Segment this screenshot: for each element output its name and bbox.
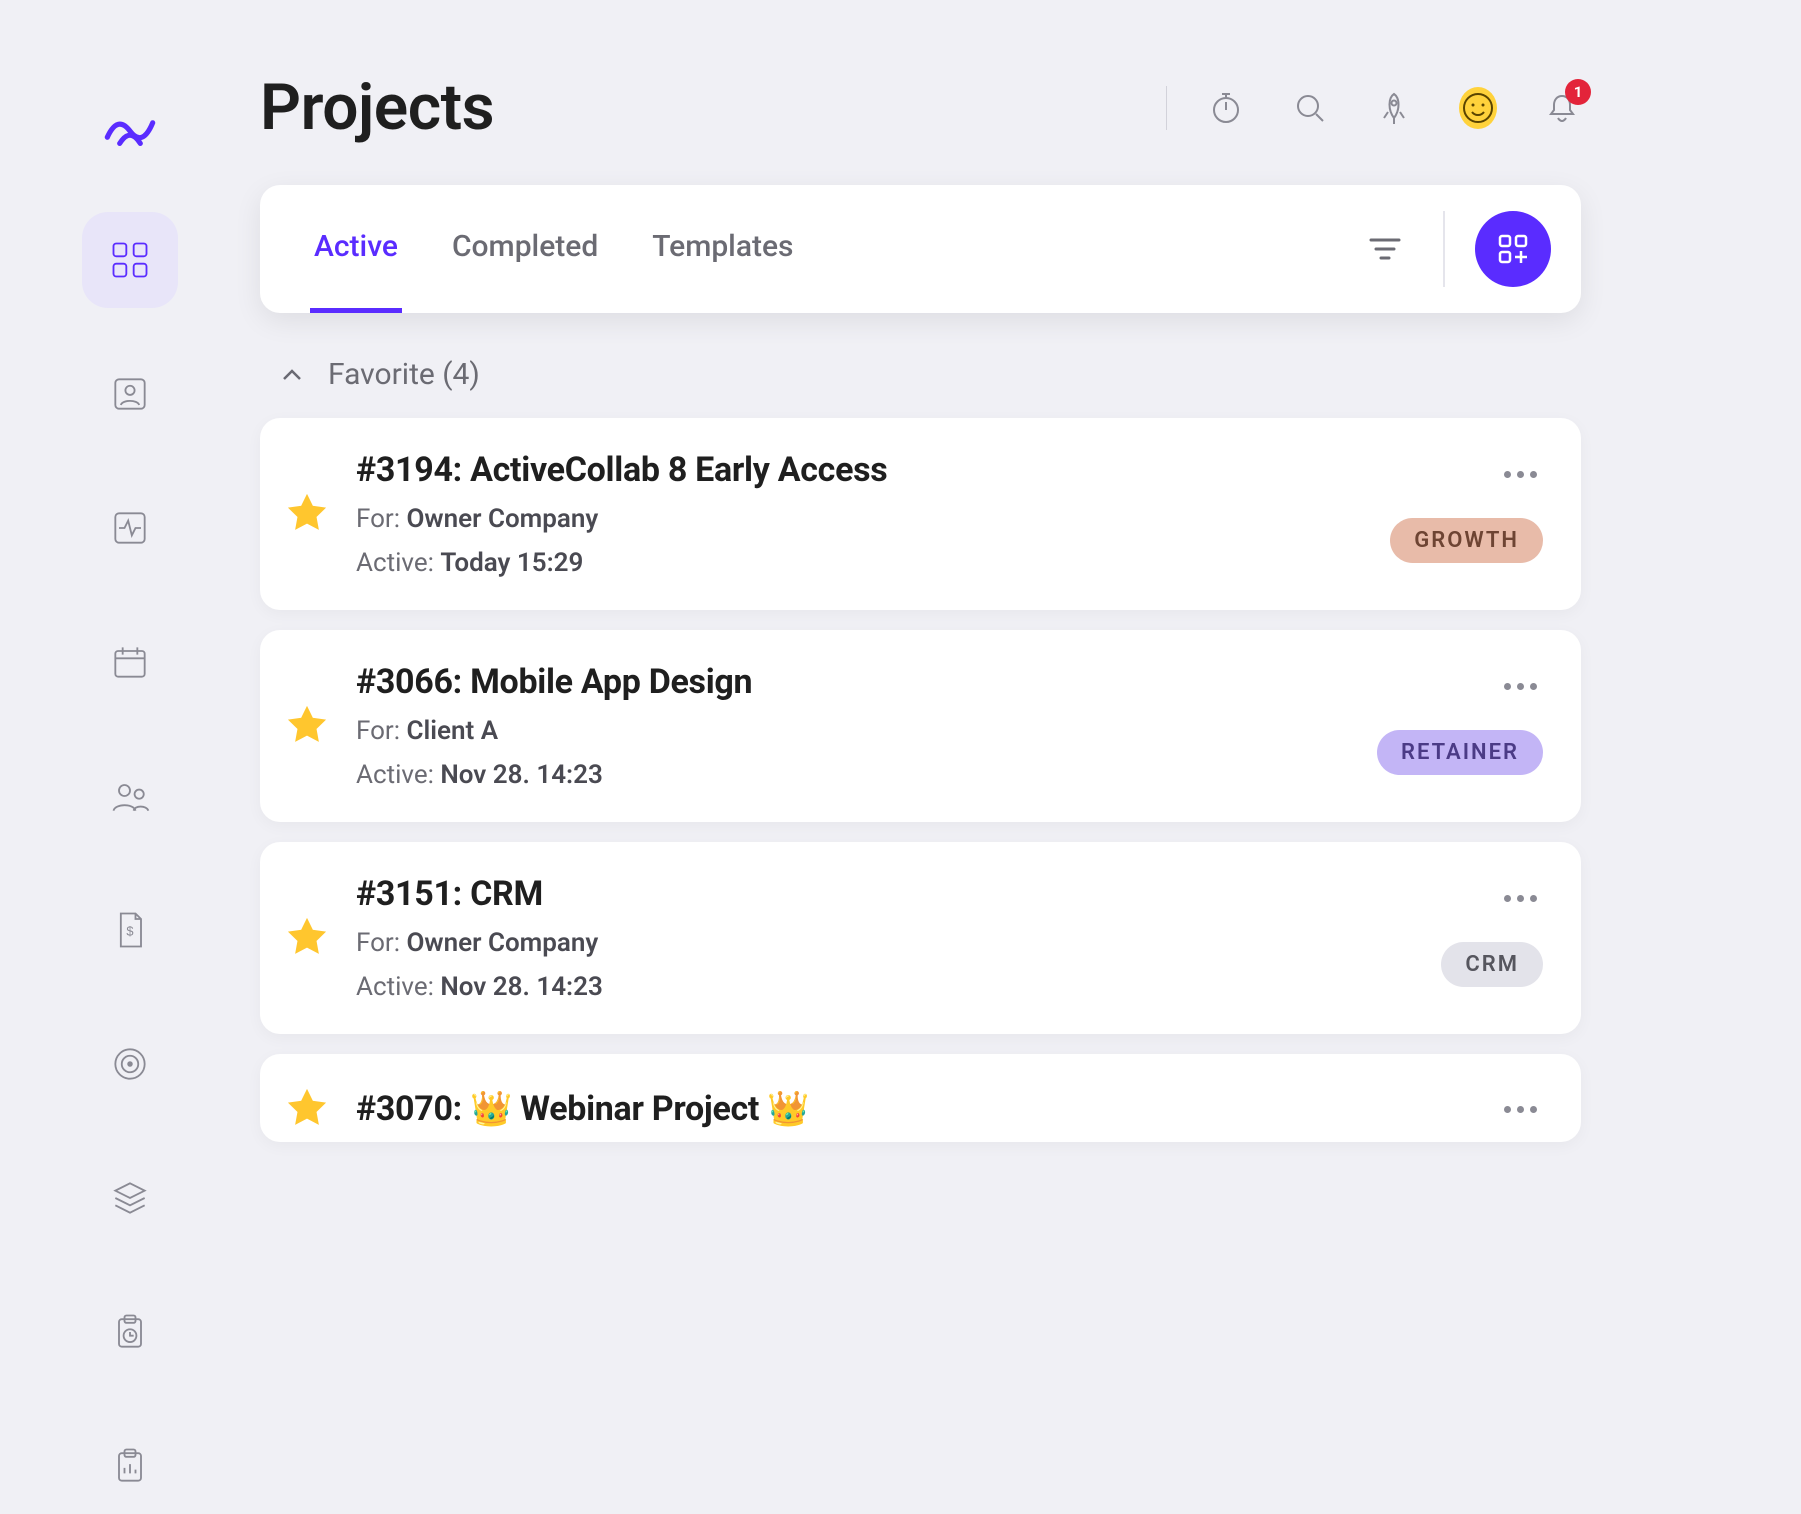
nav-layers-icon[interactable] [82,1150,178,1246]
project-badge: CRM [1441,942,1543,987]
tab-active[interactable]: Active [310,185,402,313]
nav-target-icon[interactable] [82,1016,178,1112]
project-card[interactable]: #3194: ActiveCollab 8 Early Access For: … [260,418,1581,610]
search-icon[interactable] [1291,89,1329,127]
stopwatch-icon[interactable] [1207,89,1245,127]
project-for: For: Owner Company [356,928,1415,958]
brand-logo[interactable] [97,96,163,162]
nav-activity-icon[interactable] [82,480,178,576]
project-card[interactable]: #3070: 👑 Webinar Project 👑 [260,1054,1581,1142]
project-title: #3194: ActiveCollab 8 Early Access [356,450,1364,490]
nav-calendar-icon[interactable] [82,614,178,710]
tabs-bar: Active Completed Templates [260,185,1581,313]
page-title: Projects [260,70,494,145]
nav-profile-icon[interactable] [82,346,178,442]
chevron-up-icon [278,361,306,389]
project-title: #3070: 👑 Webinar Project 👑 [356,1089,1472,1129]
project-title: #3151: CRM [356,874,1415,914]
more-icon[interactable] [1498,677,1543,696]
nav-report-clipboard-icon[interactable] [82,1418,178,1514]
section-label: Favorite (4) [328,357,480,392]
project-badge: RETAINER [1377,730,1543,775]
more-icon[interactable] [1498,465,1543,484]
star-icon[interactable] [284,915,330,961]
project-active: Active: Nov 28. 14:23 [356,760,1351,790]
section-favorite-toggle[interactable]: Favorite (4) [260,357,1581,392]
divider [1443,211,1445,287]
project-title: #3066: Mobile App Design [356,662,1351,702]
rocket-icon[interactable] [1375,89,1413,127]
notifications-icon[interactable]: 1 [1543,89,1581,127]
tab-completed[interactable]: Completed [448,185,602,313]
more-icon[interactable] [1498,1100,1543,1119]
project-for: For: Client A [356,716,1351,746]
star-icon[interactable] [284,703,330,749]
project-card[interactable]: #3151: CRM For: Owner Company Active: No… [260,842,1581,1034]
tab-templates[interactable]: Templates [648,185,797,313]
project-card[interactable]: #3066: Mobile App Design For: Client A A… [260,630,1581,822]
nav-projects-icon[interactable] [82,212,178,308]
nav-invoice-icon[interactable]: $ [82,882,178,978]
notification-count-badge: 1 [1565,79,1591,105]
project-for: For: Owner Company [356,504,1364,534]
avatar[interactable] [1459,89,1497,127]
nav-time-clipboard-icon[interactable] [82,1284,178,1380]
nav-people-icon[interactable] [82,748,178,844]
project-list: #3194: ActiveCollab 8 Early Access For: … [260,418,1581,1142]
add-project-button[interactable] [1475,211,1551,287]
filter-icon[interactable] [1357,221,1413,277]
star-icon[interactable] [284,491,330,537]
project-active: Active: Nov 28. 14:23 [356,972,1415,1002]
top-actions: 1 [1166,86,1581,130]
divider [1166,86,1167,130]
svg-text:$: $ [126,924,133,939]
more-icon[interactable] [1498,889,1543,908]
main-content: Projects 1 [260,0,1801,1126]
project-active: Active: Today 15:29 [356,548,1364,578]
star-icon[interactable] [284,1086,330,1132]
project-badge: GROWTH [1390,518,1543,563]
sidebar: $ [0,0,260,1126]
